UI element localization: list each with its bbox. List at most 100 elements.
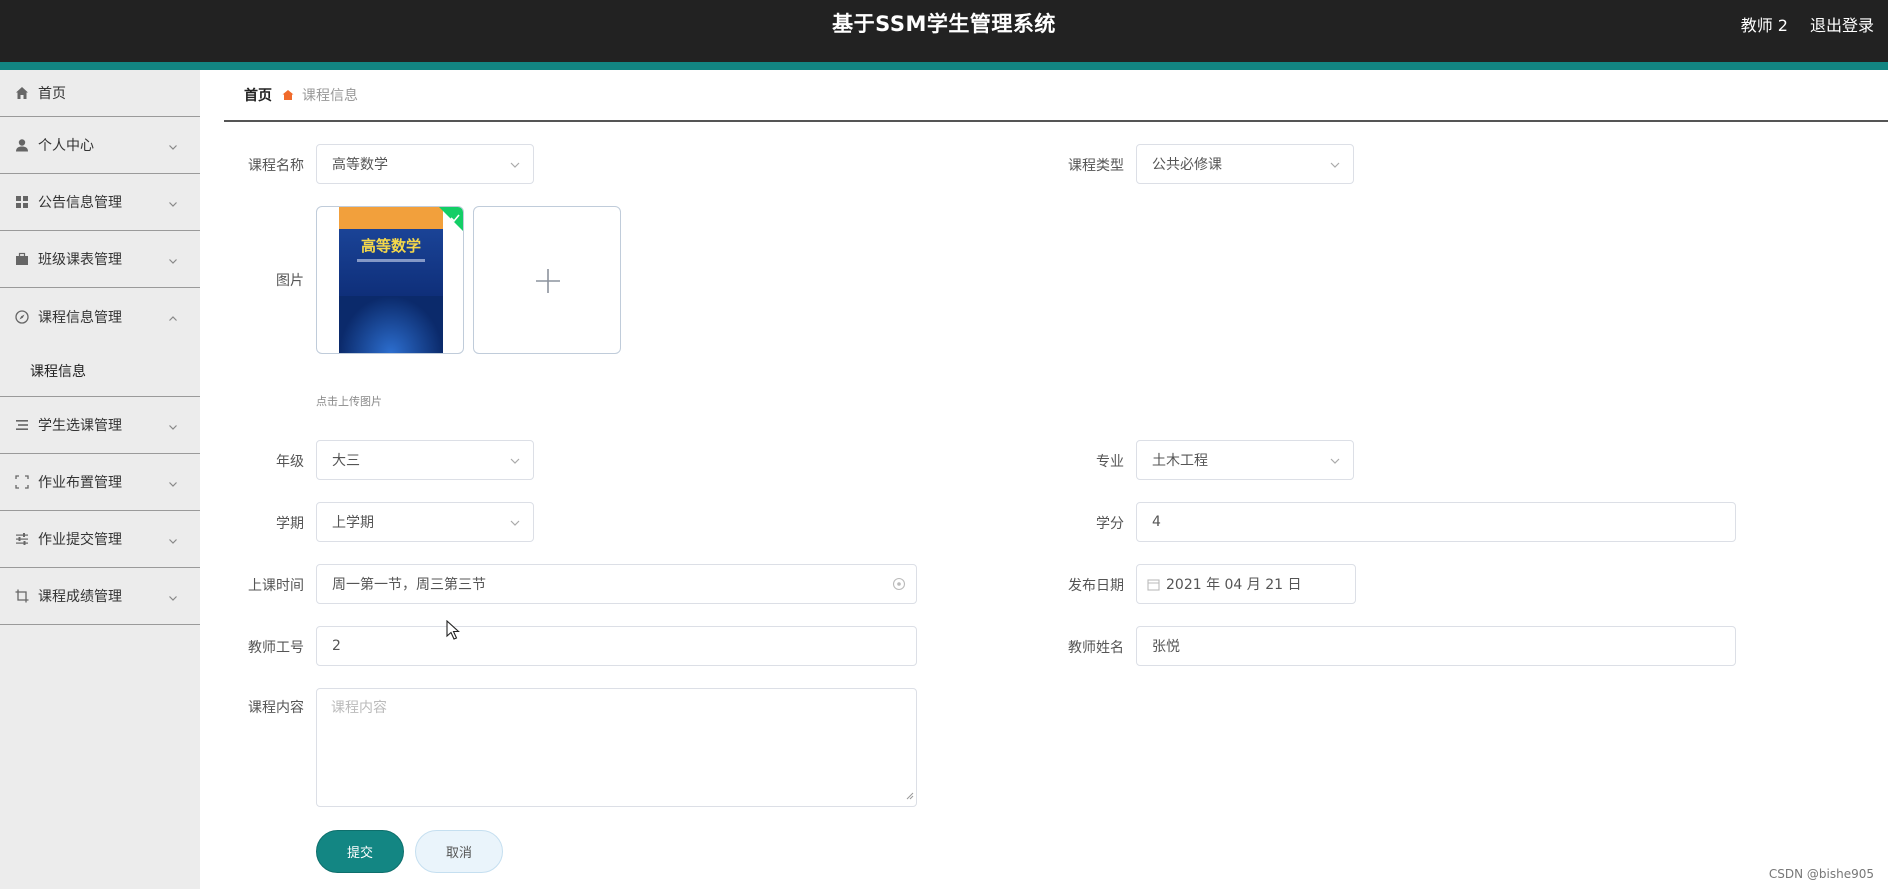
teacher-name-label: 教师姓名 xyxy=(1068,640,1124,656)
major-select[interactable]: 土木工程 xyxy=(1136,440,1354,480)
user-icon xyxy=(14,138,29,153)
main-content: 首页 课程信息 课程名称 高等数学 课程类型 公共必修课 图片 高等数学 点击上… xyxy=(224,70,1888,889)
plus-icon xyxy=(534,267,562,299)
chevron-down-icon xyxy=(1329,455,1341,471)
course-book-cover: 高等数学 xyxy=(339,207,443,353)
chevron-down-icon xyxy=(168,197,178,213)
course-type-value: 公共必修课 xyxy=(1152,157,1222,173)
credit-input[interactable]: 4 xyxy=(1136,502,1736,542)
sidebar-item-label: 课程信息管理 xyxy=(38,309,122,326)
check-icon xyxy=(449,209,461,228)
breadcrumb-home[interactable]: 首页 xyxy=(244,85,272,105)
briefcase-icon xyxy=(14,252,29,267)
course-name-label: 课程名称 xyxy=(248,158,304,174)
sidebar-item-label: 课程成绩管理 xyxy=(38,589,122,605)
teacher-name-value: 张悦 xyxy=(1152,639,1180,655)
cancel-button[interactable]: 取消 xyxy=(415,830,503,873)
course-type-label: 课程类型 xyxy=(1068,158,1124,174)
sidebar-item-grades[interactable]: 课程成绩管理 xyxy=(0,568,200,625)
semester-value: 上学期 xyxy=(332,515,374,531)
calendar-icon xyxy=(1147,578,1160,591)
home-icon xyxy=(14,86,29,101)
teacher-name-input[interactable]: 张悦 xyxy=(1136,626,1736,666)
course-name-value: 高等数学 xyxy=(332,157,388,173)
content-textarea[interactable]: 课程内容 xyxy=(316,688,917,807)
chevron-down-icon xyxy=(168,140,178,156)
chevron-down-icon xyxy=(168,591,178,607)
sidebar-item-notice[interactable]: 公告信息管理 xyxy=(0,174,200,231)
major-label: 专业 xyxy=(1096,454,1124,470)
semester-label: 学期 xyxy=(276,516,304,532)
chevron-down-icon xyxy=(1329,159,1341,175)
semester-select[interactable]: 上学期 xyxy=(316,502,534,542)
chevron-down-icon xyxy=(509,159,521,175)
chevron-down-icon xyxy=(168,534,178,550)
publish-date-value: 2021 年 04 月 21 日 xyxy=(1166,577,1302,593)
sidebar-item-label: 首页 xyxy=(38,86,66,102)
grade-value: 大三 xyxy=(332,453,360,469)
course-name-select[interactable]: 高等数学 xyxy=(316,144,534,184)
header-accent-bar xyxy=(0,62,1888,70)
sidebar-subitem-course-info[interactable]: 课程信息 xyxy=(0,345,200,397)
chevron-down-icon xyxy=(509,455,521,471)
list-icon xyxy=(14,418,29,433)
publish-date-picker[interactable]: 2021 年 04 月 21 日 xyxy=(1136,564,1356,604)
current-user[interactable]: 教师 2 xyxy=(1741,12,1788,36)
publish-date-label: 发布日期 xyxy=(1068,578,1124,594)
class-time-value: 周一第一节，周三第三节 xyxy=(332,577,486,593)
sidebar-item-label: 学生选课管理 xyxy=(38,418,122,434)
compass-icon xyxy=(14,309,29,324)
content-label: 课程内容 xyxy=(248,700,304,716)
grade-select[interactable]: 大三 xyxy=(316,440,534,480)
upload-add-button[interactable] xyxy=(473,206,621,354)
teacher-id-label: 教师工号 xyxy=(248,640,304,656)
crop-icon xyxy=(14,589,29,604)
breadcrumb: 首页 课程信息 xyxy=(224,70,1888,122)
chevron-down-icon xyxy=(168,477,178,493)
grid-icon xyxy=(14,195,29,210)
chevron-down-icon xyxy=(168,254,178,270)
sidebar-item-label: 作业提交管理 xyxy=(38,532,122,548)
sliders-icon xyxy=(14,532,29,547)
top-header: 基于SSM学生管理系统 教师 2 退出登录 xyxy=(0,0,1888,62)
chevron-down-icon xyxy=(509,517,521,533)
image-label: 图片 xyxy=(276,273,304,289)
sidebar-item-selection[interactable]: 学生选课管理 xyxy=(0,397,200,454)
header-user-area: 教师 2 退出登录 xyxy=(1741,12,1874,36)
sidebar-item-course[interactable]: 课程信息管理 xyxy=(0,288,200,345)
sidebar-item-schedule[interactable]: 班级课表管理 xyxy=(0,231,200,288)
class-time-label: 上课时间 xyxy=(248,578,304,594)
logout-link[interactable]: 退出登录 xyxy=(1810,12,1874,36)
sidebar-item-homework-assign[interactable]: 作业布置管理 xyxy=(0,454,200,511)
sidebar-item-profile[interactable]: 个人中心 xyxy=(0,117,200,174)
sidebar-item-label: 个人中心 xyxy=(38,138,94,154)
book-cover-title: 高等数学 xyxy=(360,237,421,255)
sidebar-item-homework-submit[interactable]: 作业提交管理 xyxy=(0,511,200,568)
clear-icon[interactable] xyxy=(892,577,906,595)
mouse-cursor-icon xyxy=(446,619,460,644)
credit-value: 4 xyxy=(1152,514,1161,530)
sidebar-item-label: 公告信息管理 xyxy=(38,195,122,211)
chevron-down-icon xyxy=(168,420,178,436)
fullscreen-icon xyxy=(14,475,29,490)
sidebar-item-home[interactable]: 首页 xyxy=(0,70,200,117)
submit-button[interactable]: 提交 xyxy=(316,830,404,873)
class-time-input[interactable]: 周一第一节，周三第三节 xyxy=(316,564,917,604)
house-icon xyxy=(282,89,294,101)
sidebar-item-label: 班级课表管理 xyxy=(38,252,122,268)
course-type-select[interactable]: 公共必修课 xyxy=(1136,144,1354,184)
sidebar-item-label: 作业布置管理 xyxy=(38,475,122,491)
upload-hint: 点击上传图片 xyxy=(316,395,382,408)
sidebar: 首页 个人中心 公告信息管理 班级课表管理 课程信息管理 课程信息 学生选课管理 xyxy=(0,70,200,889)
credit-label: 学分 xyxy=(1096,516,1124,532)
teacher-id-value: 2 xyxy=(332,638,341,654)
teacher-id-input[interactable]: 2 xyxy=(316,626,917,666)
watermark: CSDN @bishe905 xyxy=(1768,867,1874,881)
grade-label: 年级 xyxy=(276,454,304,470)
chevron-up-icon xyxy=(168,312,178,328)
resize-grip-icon[interactable] xyxy=(906,788,914,804)
uploaded-image-card[interactable]: 高等数学 xyxy=(316,206,464,354)
app-title: 基于SSM学生管理系统 xyxy=(832,12,1056,36)
major-value: 土木工程 xyxy=(1152,453,1208,469)
content-placeholder: 课程内容 xyxy=(331,700,387,716)
